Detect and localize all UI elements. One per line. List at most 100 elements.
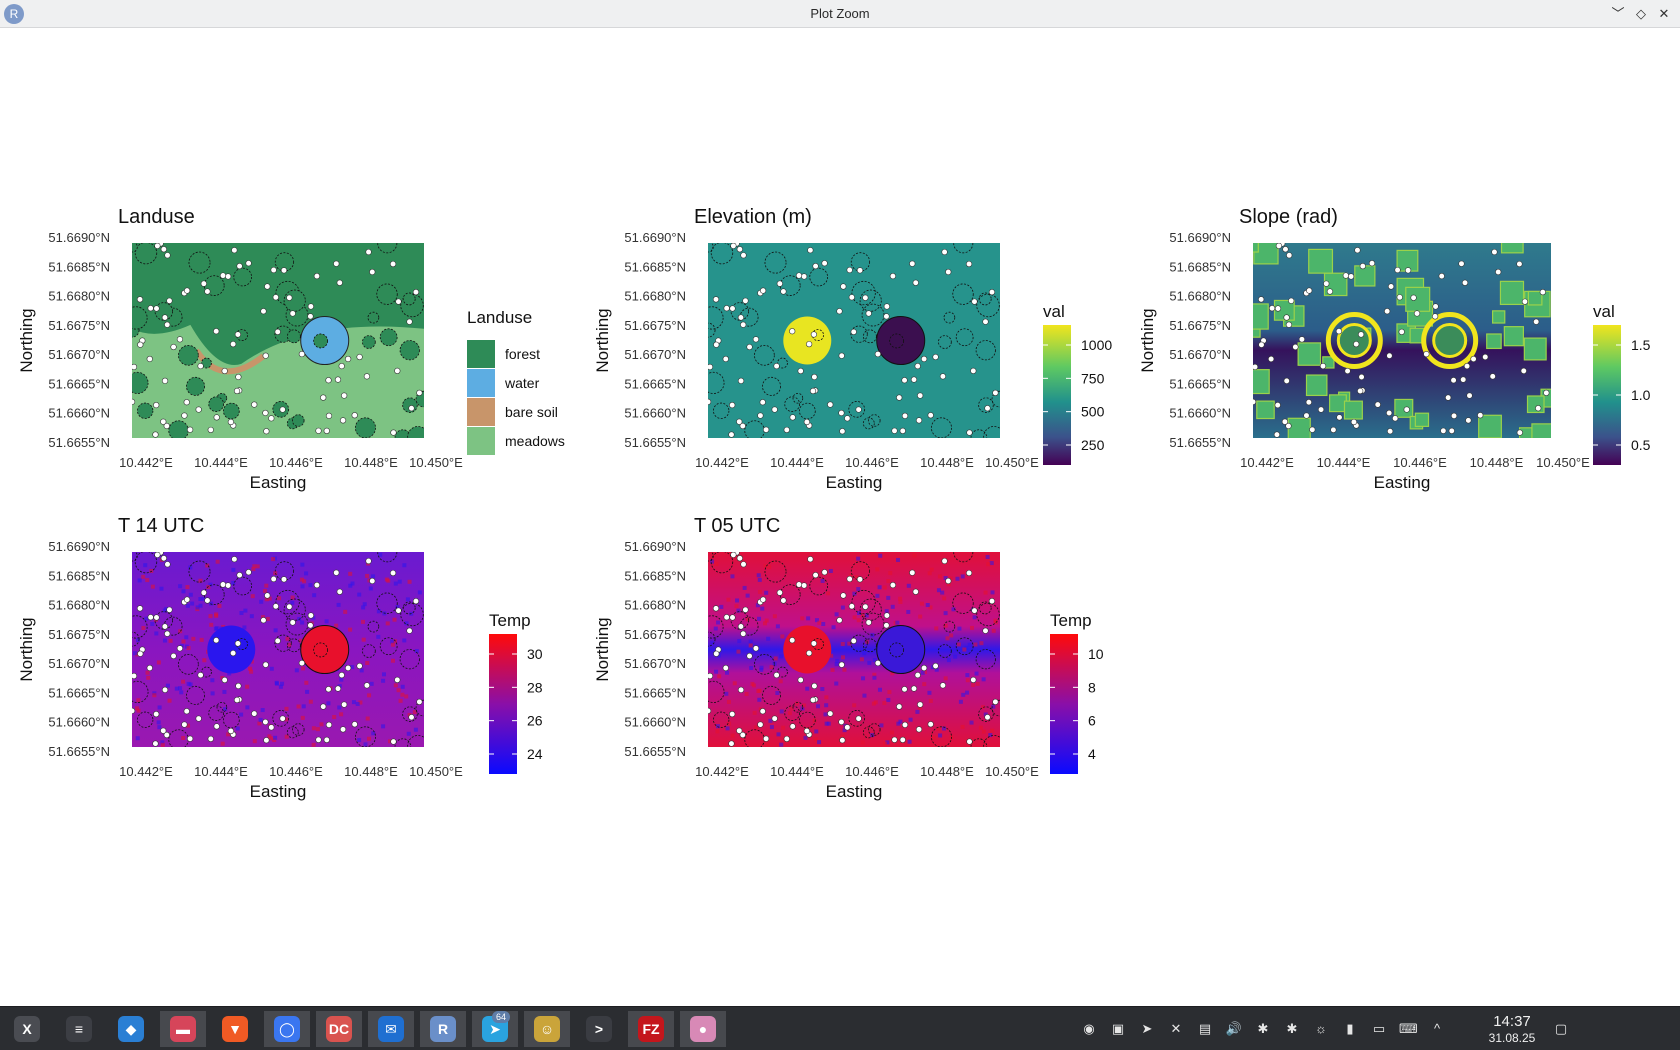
station-point [712, 296, 720, 303]
noise-cell [824, 703, 829, 708]
station-point [1445, 394, 1452, 401]
noise-cell [834, 612, 839, 617]
terminal-taskbar-button[interactable]: > [576, 1011, 622, 1047]
screenshot-icon[interactable]: ▣ [1109, 1020, 1127, 1038]
station-point [270, 266, 277, 274]
noise-cell [361, 605, 366, 610]
noise-cell [250, 594, 255, 599]
telegram-tray-icon[interactable]: ➤ [1138, 1020, 1156, 1038]
station-point [1283, 377, 1290, 384]
filezilla-taskbar-button[interactable]: FZ [628, 1011, 674, 1047]
station-point [801, 273, 808, 280]
usb-icon[interactable]: ▮ [1341, 1020, 1359, 1038]
legend-title: val [1043, 302, 1065, 321]
slope-patch [1523, 337, 1547, 361]
x-axis-label: Easting [826, 473, 883, 492]
station-point [1410, 294, 1417, 301]
slope-patch [1478, 414, 1502, 438]
noise-cell [406, 731, 411, 736]
clock-time[interactable]: 14:37 [1480, 1013, 1544, 1030]
plot-area: Landuse 51.6690°N 51.6685°N 51.6680°N 51.667… [0, 28, 1680, 1006]
station-point [742, 606, 749, 613]
chat-status-icon[interactable]: ◉ [1080, 1020, 1098, 1038]
noise-cell [181, 589, 186, 594]
show-desktop-icon[interactable]: ▢ [1552, 1020, 1570, 1038]
noise-cell [730, 733, 735, 738]
station-point [759, 596, 767, 603]
forest-patch [399, 340, 420, 361]
dc-app-taskbar-button[interactable]: DC [316, 1011, 362, 1047]
station-point [1461, 279, 1469, 286]
character-app-taskbar-button[interactable]: ☺ [524, 1011, 570, 1047]
station-point [279, 715, 286, 722]
settings-sliders-taskbar-button[interactable]: ≡ [56, 1011, 102, 1047]
station-point [1317, 406, 1325, 413]
noise-cell [969, 720, 974, 725]
x-tick-label: 10.442°E [695, 455, 749, 470]
file-manager-taskbar-button[interactable]: ▬ [160, 1011, 206, 1047]
forest-patch [287, 329, 301, 344]
network-icon[interactable]: ▭ [1370, 1020, 1388, 1038]
y-tick-label: 51.6665°N [624, 376, 686, 391]
noise-cell [146, 675, 151, 680]
system-menu-taskbar-button[interactable]: X [4, 1011, 50, 1047]
station-point [225, 582, 232, 589]
slope-patch [1343, 400, 1363, 420]
tray-expand-icon[interactable]: ^ [1428, 1020, 1446, 1038]
pink-app-taskbar-button[interactable]: ● [680, 1011, 726, 1047]
station-point [1432, 303, 1439, 310]
noise-cell [957, 626, 962, 631]
station-point [132, 672, 138, 680]
noise-cell [821, 622, 826, 627]
noise-cell [735, 598, 740, 603]
noise-cell [133, 651, 138, 656]
keyboard-layout-icon[interactable]: ⌨ [1399, 1020, 1418, 1038]
x-tick-label: 10.450°E [409, 764, 463, 779]
noise-cell [828, 568, 833, 573]
close-button[interactable]: ✕ [1654, 4, 1674, 24]
noise-cell [817, 740, 822, 745]
station-point [1298, 336, 1306, 343]
signal-messenger-taskbar-button[interactable]: ◯ [264, 1011, 310, 1047]
noise-cell [184, 635, 189, 640]
store-bag-taskbar-button[interactable]: ◆ [108, 1011, 154, 1047]
clock-date[interactable]: 31.08.25 [1480, 1031, 1544, 1045]
station-point [797, 367, 804, 375]
maximize-button[interactable]: ◇ [1631, 4, 1651, 24]
minimize-button[interactable]: ﹀ [1608, 4, 1628, 24]
clipboard-icon[interactable]: ▤ [1196, 1020, 1214, 1038]
station-point [268, 724, 275, 731]
legend-label: 1.0 [1631, 387, 1651, 403]
station-point [160, 246, 167, 253]
station-point [153, 305, 160, 312]
station-point [236, 572, 243, 579]
noise-cell [231, 567, 236, 572]
station-point [874, 659, 881, 667]
noise-cell [135, 736, 140, 741]
station-point [221, 676, 228, 684]
y-tick-label: 51.6690°N [48, 230, 110, 245]
xdebug-icon[interactable]: ✕ [1167, 1020, 1185, 1038]
noise-cell [311, 742, 316, 747]
noise-cell [974, 671, 979, 676]
station-point [132, 707, 136, 714]
bluetooth-icon[interactable]: ✱ [1283, 1020, 1301, 1038]
brave-browser-taskbar-button[interactable]: ▼ [212, 1011, 258, 1047]
volume-icon[interactable]: 🔊 [1225, 1020, 1243, 1038]
noise-cell [186, 646, 191, 651]
noise-cell [300, 620, 305, 625]
station-point [1309, 426, 1316, 433]
noise-cell [220, 741, 225, 746]
r-studio-taskbar-button[interactable]: R [420, 1011, 466, 1047]
station-point [759, 287, 767, 294]
bluetooth-dim-icon[interactable]: ✱ [1254, 1020, 1272, 1038]
forest-patch [377, 243, 398, 254]
brightness-icon[interactable]: ☼ [1312, 1020, 1330, 1038]
station-point [746, 652, 753, 660]
station-point [737, 314, 745, 321]
station-point [1392, 415, 1399, 422]
noise-cell [300, 666, 305, 671]
noise-cell [257, 721, 262, 726]
station-point [912, 588, 919, 595]
thunderbird-taskbar-button[interactable]: ✉ [368, 1011, 414, 1047]
